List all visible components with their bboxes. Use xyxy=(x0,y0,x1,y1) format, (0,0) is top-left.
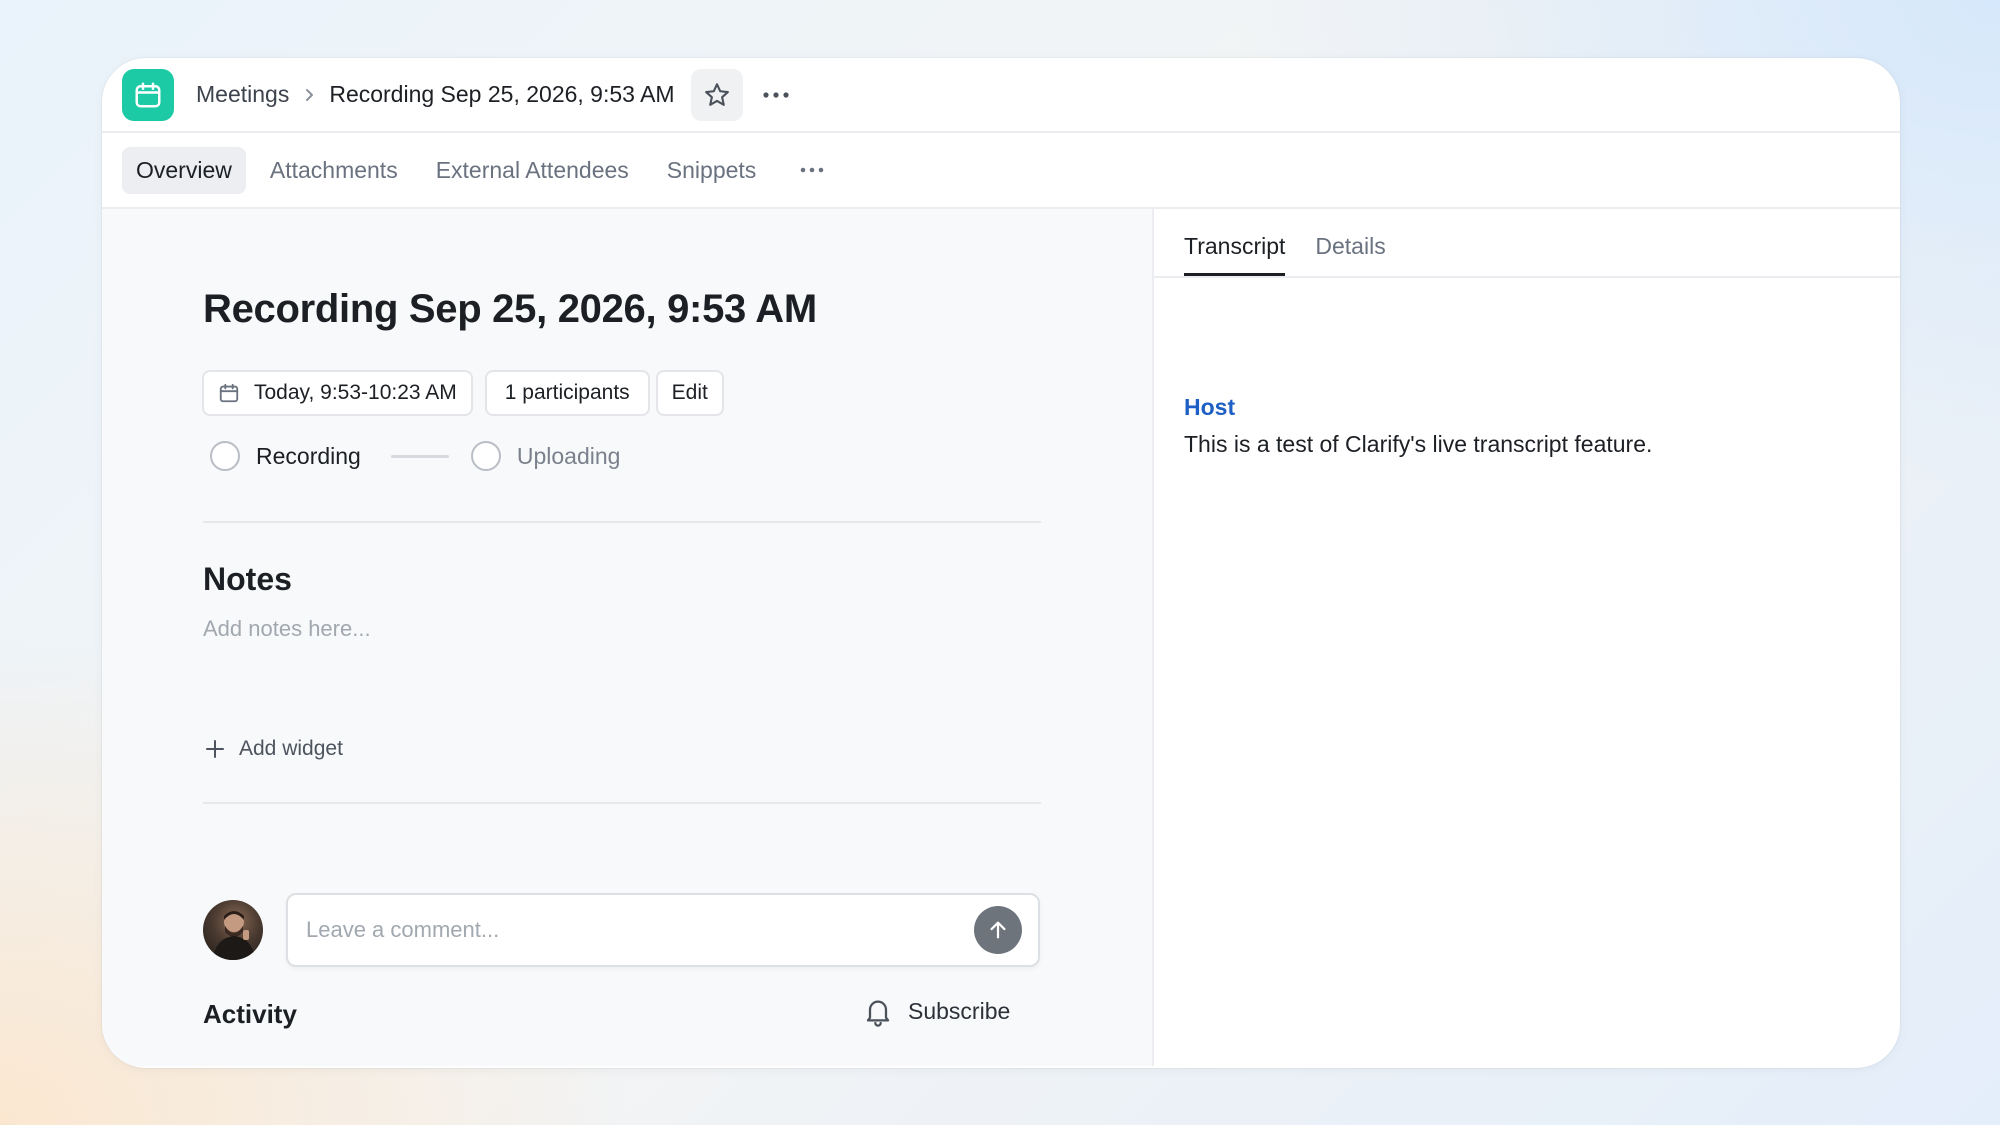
meeting-time-label: Today, 9:53-10:23 AM xyxy=(254,381,457,404)
edit-button[interactable]: Edit xyxy=(655,370,724,416)
breadcrumb-meetings[interactable]: Meetings xyxy=(196,81,289,108)
breadcrumb-current: Recording Sep 25, 2026, 9:53 AM xyxy=(329,81,675,107)
side-panel-tabs: Transcript Details xyxy=(1154,209,1900,278)
subscribe-label: Subscribe xyxy=(908,997,1011,1024)
tab-transcript[interactable]: Transcript xyxy=(1184,233,1286,276)
more-horizontal-icon xyxy=(762,91,790,99)
participants-label: 1 participants xyxy=(504,381,630,404)
step-connector xyxy=(390,454,449,458)
plus-icon xyxy=(205,739,225,759)
bell-icon xyxy=(862,995,894,1027)
side-panel: Transcript Details Host This is a test o… xyxy=(1154,209,1900,1066)
more-horizontal-icon xyxy=(800,166,824,174)
transcript-speaker: Host xyxy=(1184,394,1236,420)
add-widget-label: Add widget xyxy=(239,737,343,760)
content-area: Recording Sep 25, 2026, 9:53 AM Today, 9… xyxy=(102,209,1900,1066)
tab-external-attendees[interactable]: External Attendees xyxy=(422,147,643,194)
participants-pill[interactable]: 1 participants xyxy=(484,370,650,416)
meeting-meta-row: Today, 9:53-10:23 AM 1 participants Edit xyxy=(202,370,736,416)
chevron-right-icon xyxy=(301,87,317,103)
favorite-button[interactable] xyxy=(690,68,743,121)
meeting-time-pill[interactable]: Today, 9:53-10:23 AM xyxy=(202,370,473,416)
status-steps: Recording Uploading xyxy=(210,441,620,471)
app-window: Meetings Recording Sep 25, 2026, 9:53 AM… xyxy=(102,58,1900,1068)
notes-heading: Notes xyxy=(203,561,292,597)
transcript-text: This is a test of Clarify's live transcr… xyxy=(1184,431,1653,457)
calendar-icon xyxy=(218,382,240,404)
divider xyxy=(203,802,1041,804)
overview-panel: Recording Sep 25, 2026, 9:53 AM Today, 9… xyxy=(102,209,1154,1066)
notes-input[interactable]: Add notes here... xyxy=(203,616,371,642)
star-icon xyxy=(703,81,731,109)
divider xyxy=(203,521,1041,523)
edit-label: Edit xyxy=(671,381,708,404)
add-widget-button[interactable]: Add widget xyxy=(205,737,343,761)
app-logo-calendar-icon[interactable] xyxy=(122,68,174,121)
tab-overview[interactable]: Overview xyxy=(122,146,246,194)
activity-heading: Activity xyxy=(203,999,297,1029)
more-options-button[interactable] xyxy=(761,80,791,110)
avatar xyxy=(203,900,263,960)
page-title: Recording Sep 25, 2026, 9:53 AM xyxy=(203,287,817,331)
arrow-up-icon xyxy=(987,919,1009,941)
tab-snippets[interactable]: Snippets xyxy=(653,147,771,194)
top-bar: Meetings Recording Sep 25, 2026, 9:53 AM xyxy=(102,58,1900,133)
subscribe-button[interactable]: Subscribe xyxy=(862,995,1010,1027)
tab-details[interactable]: Details xyxy=(1315,233,1385,276)
tabs-more-button[interactable] xyxy=(800,166,824,174)
comment-box xyxy=(286,893,1040,967)
recording-status-circle-icon xyxy=(210,441,240,471)
tab-attachments[interactable]: Attachments xyxy=(256,147,412,194)
send-comment-button[interactable] xyxy=(974,906,1022,954)
comment-input[interactable] xyxy=(306,917,974,943)
step-uploading-label: Uploading xyxy=(516,442,621,469)
step-recording-label: Recording xyxy=(256,442,361,469)
uploading-status-circle-icon xyxy=(470,441,501,471)
tab-bar: Overview Attachments External Attendees … xyxy=(102,133,1900,209)
